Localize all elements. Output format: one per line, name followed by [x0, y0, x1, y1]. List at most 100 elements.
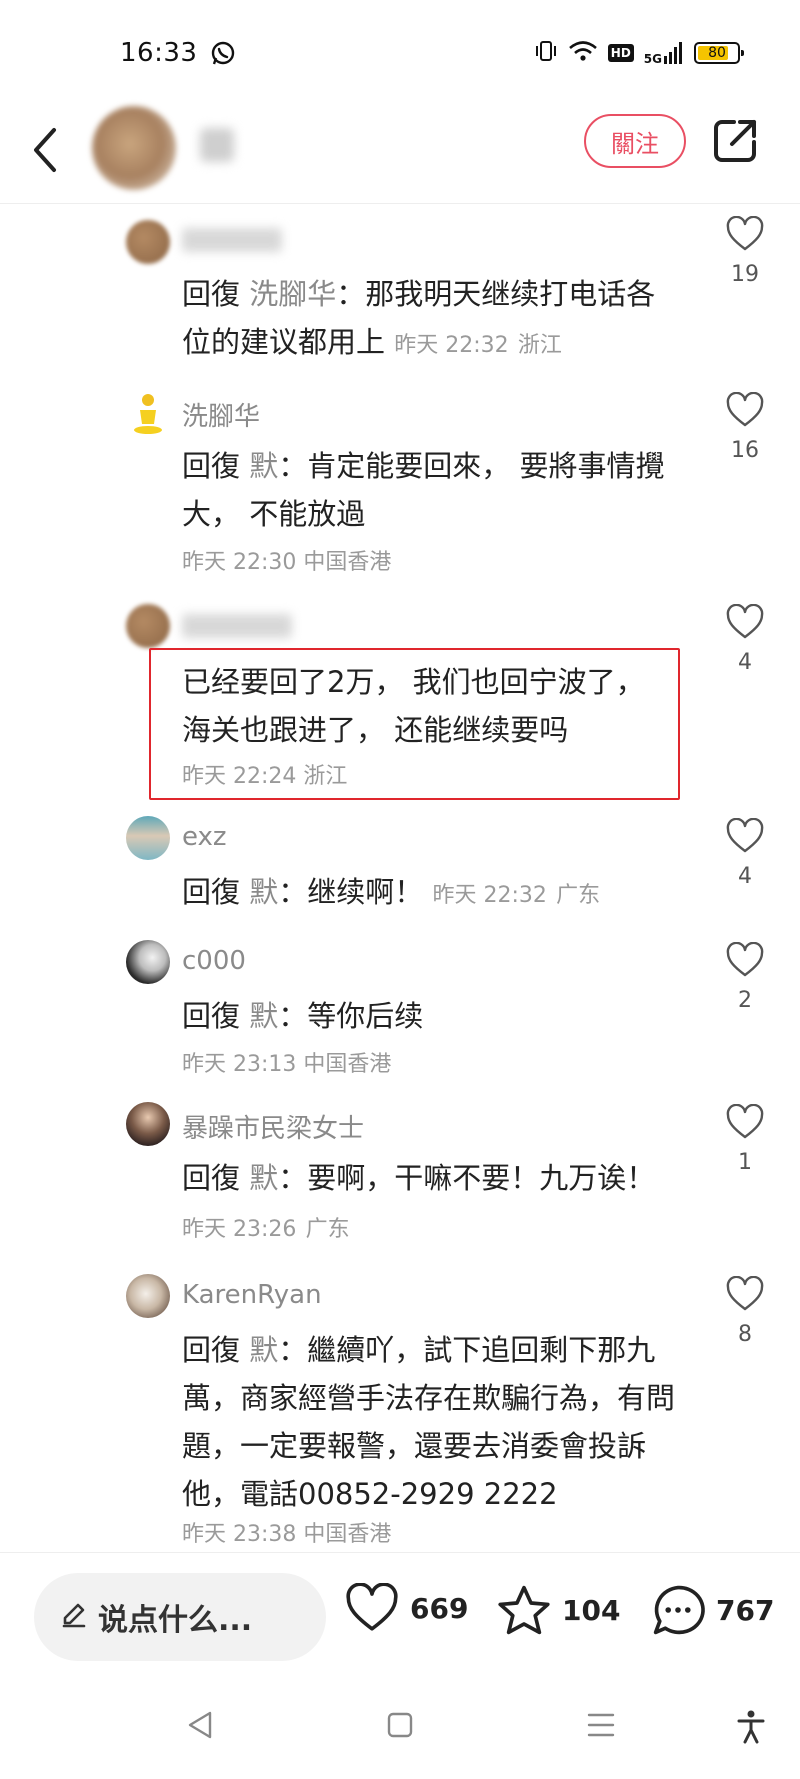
username[interactable]: exz [182, 822, 227, 852]
username[interactable]: KarenRyan [182, 1280, 322, 1310]
comment-time: 昨天 22:30 [182, 550, 297, 575]
like-post-button[interactable]: 669 [344, 1583, 468, 1633]
author-avatar[interactable] [92, 106, 176, 190]
like-button[interactable]: 4 [718, 604, 772, 675]
comment-body: 回復 默：繼續吖，試下追回剩下那九萬，商家經營手法存在欺騙行為，有問題，一定要報… [182, 1326, 682, 1518]
reply-keyword: 回復 [182, 999, 241, 1033]
reply-to-user[interactable]: 默 [249, 1161, 278, 1195]
post-header: 關注 [0, 100, 800, 204]
comment-text: ：等你后续 [278, 999, 424, 1033]
username[interactable]: c000 [182, 946, 246, 976]
favorite-button[interactable]: 104 [496, 1583, 620, 1637]
heart-icon [726, 818, 764, 853]
reply-keyword: 回復 [182, 875, 241, 909]
reply-keyword: 回復 [182, 449, 241, 483]
reply-to-user[interactable]: 默 [249, 875, 278, 909]
like-count: 1 [738, 1150, 752, 1175]
status-time: 16:33 [120, 38, 198, 68]
accessibility-icon[interactable] [736, 1710, 766, 1744]
hd-icon: HD [607, 44, 634, 62]
username-blurred[interactable] [182, 228, 282, 252]
reply-keyword: 回復 [182, 1161, 241, 1195]
avatar[interactable] [126, 1102, 170, 1146]
comment-meta: 昨天 22:30 中国香港 [182, 544, 391, 576]
like-count: 2 [738, 988, 752, 1013]
comment-bubble-icon [653, 1585, 705, 1635]
avatar[interactable] [126, 940, 170, 984]
heart-icon [346, 1583, 398, 1631]
comment-location: 中国香港 [303, 550, 392, 575]
system-navigation-bar [0, 1682, 800, 1779]
reply-keyword: 回復 [182, 277, 241, 311]
reply-to-user[interactable]: 默 [249, 449, 278, 483]
like-count: 669 [410, 1591, 469, 1625]
nav-back-icon[interactable] [186, 1710, 214, 1740]
heart-icon [726, 216, 764, 251]
like-button[interactable]: 1 [718, 1104, 772, 1175]
avatar[interactable] [126, 604, 170, 648]
comment-location: 广东 [305, 1217, 350, 1242]
battery-icon: 80 [694, 42, 744, 64]
back-icon[interactable] [28, 122, 68, 178]
vibrate-icon [534, 40, 558, 66]
heart-icon [726, 604, 764, 639]
comment-body: 回復 默：要啊，干嘛不要！九万诶！ 昨天 23:26 广东 [182, 1154, 682, 1254]
avatar[interactable] [126, 220, 170, 264]
reply-to-user[interactable]: 默 [249, 1333, 278, 1367]
whatsapp-icon [210, 40, 236, 70]
heart-icon [726, 1276, 764, 1311]
comment-text: ：要啊，干嘛不要！九万诶！ [278, 1161, 656, 1195]
avatar[interactable] [126, 1274, 170, 1318]
like-button[interactable]: 16 [718, 392, 772, 463]
comment-location: 中国香港 [303, 1052, 392, 1077]
star-icon [498, 1585, 550, 1635]
comment-time: 昨天 23:26 [182, 1217, 297, 1242]
heart-icon [726, 1104, 764, 1139]
comment-body: 回復 默：继续啊！ 昨天 22:32 广东 [182, 868, 682, 920]
like-button[interactable]: 4 [718, 818, 772, 889]
highlight-annotation-box [149, 648, 680, 800]
cartoon-figure-icon [134, 394, 162, 434]
like-button[interactable]: 8 [718, 1276, 772, 1347]
like-count: 4 [738, 864, 752, 889]
share-icon[interactable] [712, 118, 758, 164]
comment-time: 昨天 23:13 [182, 1052, 297, 1077]
comment-input[interactable]: 说点什么... [34, 1573, 326, 1661]
comment-body: 回復 默：肯定能要回來， 要將事情攪大， 不能放過 [182, 442, 682, 538]
reply-keyword: 回復 [182, 1333, 241, 1367]
bottom-action-bar: 说点什么... 669 104 767 [0, 1552, 800, 1682]
comment-time: 昨天 23:38 [182, 1522, 297, 1547]
nav-home-icon[interactable] [386, 1710, 414, 1740]
nav-menu-icon[interactable] [586, 1710, 616, 1740]
comments-button[interactable]: 767 [650, 1583, 774, 1637]
heart-icon [726, 392, 764, 427]
status-icons: HD 5G 80 [534, 40, 744, 66]
follow-button[interactable]: 關注 [584, 114, 686, 168]
status-bar: 16:33 HD 5G 80 [0, 0, 800, 100]
comment-time: 昨天 22:32 [394, 333, 509, 358]
5g-signal-icon: 5G [644, 42, 684, 65]
reply-to-user[interactable]: 默 [249, 999, 278, 1033]
comment-meta: 昨天 23:13 中国香港 [182, 1046, 391, 1078]
pencil-icon [60, 1601, 88, 1633]
like-button[interactable]: 2 [718, 942, 772, 1013]
comment-location: 中国香港 [303, 1522, 392, 1547]
battery-level: 80 [708, 45, 726, 61]
like-button[interactable]: 19 [718, 216, 772, 287]
comment-meta: 昨天 23:38 中国香港 [182, 1516, 391, 1548]
comment-body: 回復 默：等你后续 [182, 992, 682, 1040]
username[interactable]: 暴躁市民梁女士 [182, 1108, 364, 1145]
avatar[interactable] [126, 392, 170, 436]
reply-to-user[interactable]: 洗腳华 [249, 277, 336, 311]
username-blurred[interactable] [182, 614, 292, 638]
like-count: 4 [738, 650, 752, 675]
comment-count: 767 [716, 1593, 775, 1627]
author-name-blurred[interactable] [200, 128, 234, 162]
username[interactable]: 洗腳华 [182, 396, 260, 433]
wifi-icon [568, 40, 598, 66]
favorite-count: 104 [562, 1593, 621, 1627]
comment-location: 广东 [556, 883, 601, 908]
like-count: 19 [731, 262, 759, 287]
avatar[interactable] [126, 816, 170, 860]
comment-body: 回復 洗腳华：那我明天继续打电话各位的建议都用上 昨天 22:32 浙江 [182, 270, 682, 370]
